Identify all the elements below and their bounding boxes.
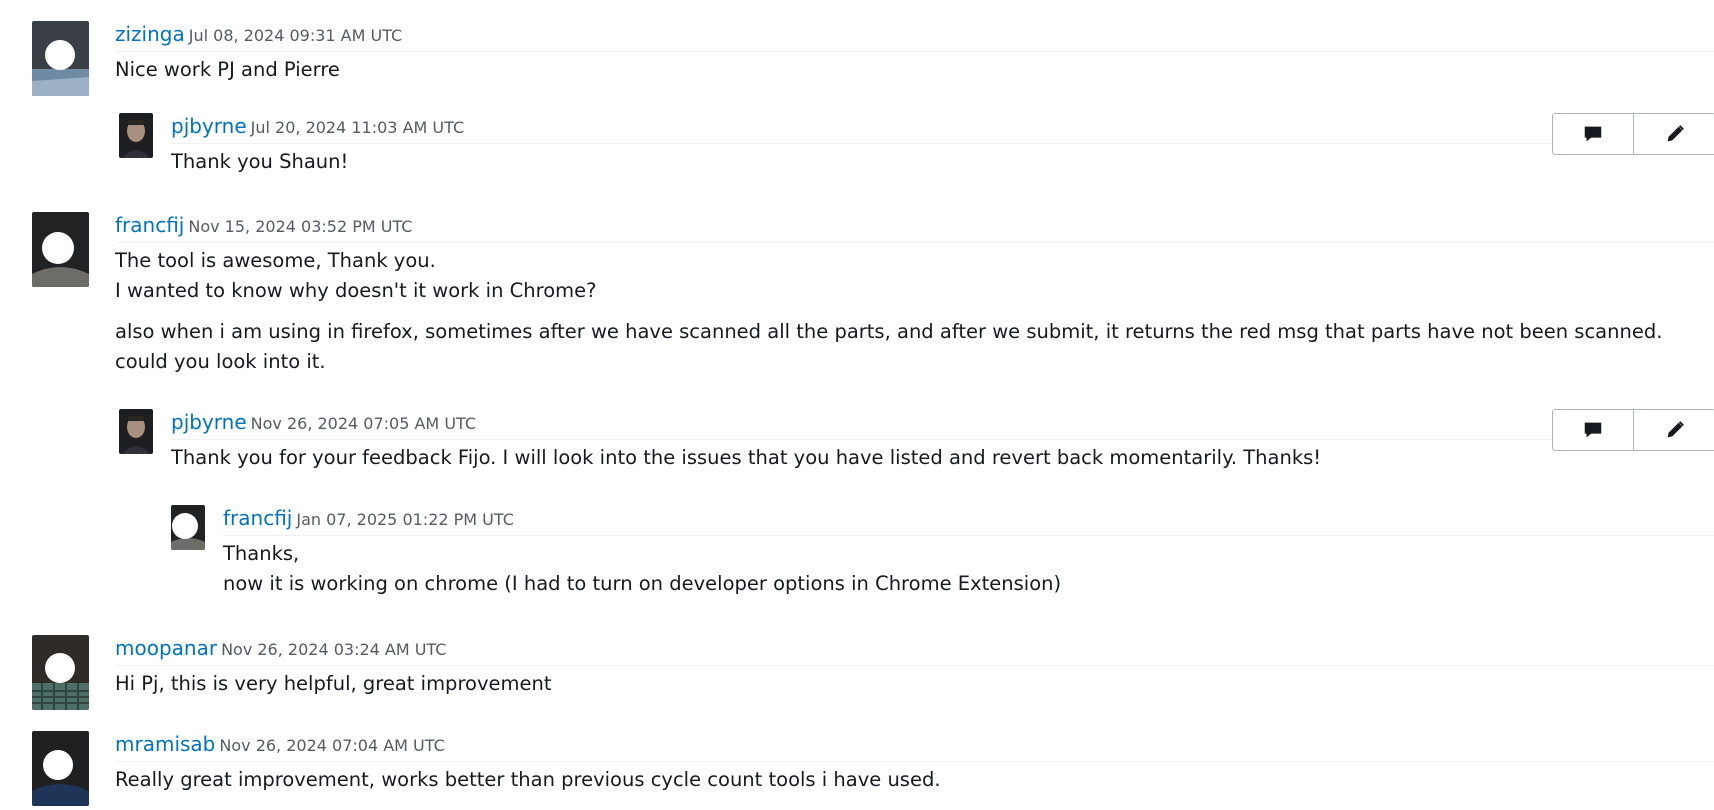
comment-username[interactable]: pjbyrne — [171, 410, 247, 434]
comment-text: Really great improvement, works better t… — [115, 762, 1714, 795]
comment: mramisab Nov 26, 2024 07:04 AM UTC Really… — [32, 731, 1714, 810]
comment-reply: pjbyrne Jul 20, 2024 11:03 AM UTC Thank y… — [119, 113, 1714, 173]
comment-username[interactable]: pjbyrne — [171, 114, 247, 138]
comment-timestamp: Jul 08, 2024 09:31 AM UTC — [188, 26, 403, 45]
edit-button[interactable] — [1634, 114, 1714, 154]
comment-line: Hi Pj, this is very helpful, great impro… — [115, 672, 552, 695]
comment-line: Really great improvement, works better t… — [115, 768, 941, 791]
comment-username[interactable]: zizinga — [115, 22, 185, 46]
avatar[interactable] — [32, 635, 89, 710]
avatar[interactable] — [119, 409, 153, 454]
reply-button[interactable] — [1553, 410, 1634, 450]
comment-line: Thanks, — [223, 542, 300, 565]
comment-text: Nice work PJ and Pierre — [115, 52, 1714, 85]
comment-line: Nice work PJ and Pierre — [115, 58, 340, 81]
comment-line: I wanted to know why doesn't it work in … — [115, 279, 597, 302]
comment-timestamp: Nov 26, 2024 07:05 AM UTC — [250, 414, 477, 433]
comment: moopanar Nov 26, 2024 03:24 AM UTC Hi Pj,… — [32, 635, 1714, 715]
comment-timestamp: Nov 26, 2024 07:04 AM UTC — [219, 736, 445, 755]
pencil-icon — [1667, 421, 1684, 438]
reply-button[interactable] — [1553, 114, 1634, 154]
comment-text: The tool is awesome, Thank you. I wanted… — [115, 243, 1714, 377]
comment-text: Hi Pj, this is very helpful, great impro… — [115, 666, 1714, 699]
comment: zizinga Jul 08, 2024 09:31 AM UTC Nice wo… — [32, 21, 1714, 101]
avatar[interactable] — [32, 731, 89, 806]
comment-actions — [1552, 409, 1714, 451]
comment-text: Thanks, now it is working on chrome (I h… — [223, 536, 1714, 599]
comment-line: Thank you Shaun! — [171, 150, 349, 173]
comment-timestamp: Jan 07, 2025 01:22 PM UTC — [296, 510, 514, 529]
comment-reply: francfij Jan 07, 2025 01:22 PM UTC Thanks… — [171, 505, 1714, 595]
comment-line: The tool is awesome, Thank you. — [115, 249, 436, 272]
comment-username[interactable]: francfij — [223, 506, 292, 530]
avatar[interactable] — [171, 505, 205, 550]
edit-button[interactable] — [1634, 410, 1714, 450]
avatar[interactable] — [119, 113, 153, 158]
comment-line: now it is working on chrome (I had to tu… — [223, 572, 1062, 595]
comment-line: also when i am using in firefox, sometim… — [115, 320, 1663, 373]
comment-text: Thank you Shaun! — [171, 144, 1714, 177]
comment-line: Thank you for your feedback Fijo. I will… — [171, 446, 1322, 469]
avatar[interactable] — [32, 21, 89, 96]
comment-username[interactable]: francfij — [115, 213, 184, 237]
comment-username[interactable]: moopanar — [115, 636, 217, 660]
comment-username[interactable]: mramisab — [115, 732, 215, 756]
comment-timestamp: Nov 26, 2024 03:24 AM UTC — [221, 640, 447, 659]
avatar[interactable] — [32, 212, 89, 287]
speech-bubble-icon — [1584, 126, 1602, 142]
comment-reply: pjbyrne Nov 26, 2024 07:05 AM UTC Thank y… — [119, 409, 1714, 469]
comment-timestamp: Jul 20, 2024 11:03 AM UTC — [250, 118, 465, 137]
comment-timestamp: Nov 15, 2024 03:52 PM UTC — [188, 217, 413, 236]
comment-actions — [1552, 113, 1714, 155]
speech-bubble-icon — [1584, 422, 1602, 438]
comment-text: Thank you for your feedback Fijo. I will… — [171, 440, 1714, 473]
comment: francfij Nov 15, 2024 03:52 PM UTC The to… — [32, 212, 1714, 377]
pencil-icon — [1667, 125, 1684, 142]
comment-thread: zizinga Jul 08, 2024 09:31 AM UTC Nice wo… — [0, 0, 1714, 810]
